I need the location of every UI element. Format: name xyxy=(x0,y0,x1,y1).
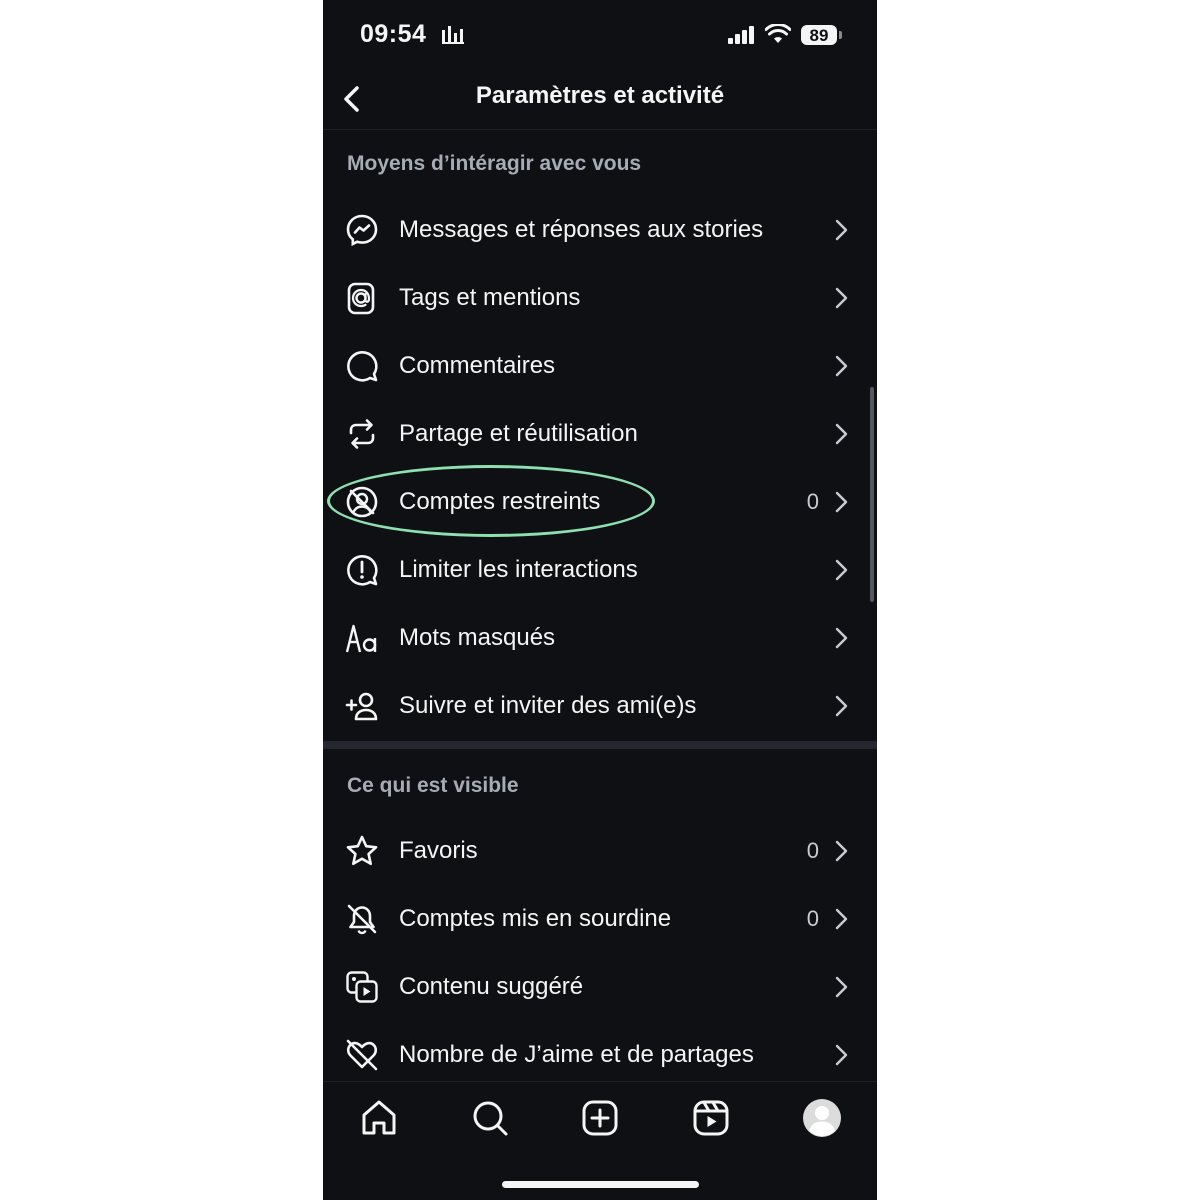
profile-avatar xyxy=(803,1099,841,1137)
at-sign-icon xyxy=(345,281,379,315)
suggested-content-icon xyxy=(345,970,379,1004)
chevron-right-icon xyxy=(833,354,849,378)
row-label: Mots masqués xyxy=(399,624,556,651)
hidden-likes-icon xyxy=(345,1038,379,1072)
star-icon xyxy=(345,834,379,868)
row-label: Messages et réponses aux stories xyxy=(399,216,764,243)
comment-icon xyxy=(345,349,379,383)
row-count: 0 xyxy=(806,489,819,514)
home-indicator[interactable] xyxy=(502,1181,699,1188)
chevron-right-icon xyxy=(833,218,849,242)
tab-reels[interactable] xyxy=(689,1096,733,1140)
header: Paramètres et activité xyxy=(323,72,877,130)
status-time: 09:54 xyxy=(360,20,427,48)
row-sharing-reuse[interactable]: Partage et réutilisation xyxy=(323,400,877,468)
search-icon xyxy=(473,1101,508,1136)
chevron-right-icon xyxy=(833,626,849,650)
row-count: 0 xyxy=(806,838,819,863)
row-label: Partage et réutilisation xyxy=(399,420,638,447)
muted-bell-icon xyxy=(345,902,379,936)
tab-search[interactable] xyxy=(468,1096,512,1140)
chevron-right-icon xyxy=(833,694,849,718)
chevron-right-icon xyxy=(833,1043,849,1067)
page-title: Paramètres et activité xyxy=(475,82,725,109)
row-favorites[interactable]: Favoris 0 xyxy=(323,817,877,885)
row-limit-interactions[interactable]: Limiter les interactions xyxy=(323,536,877,604)
create-icon xyxy=(582,1100,618,1136)
row-label: Contenu suggéré xyxy=(399,973,584,1000)
row-hidden-words[interactable]: Mots masqués xyxy=(323,604,877,672)
row-label: Tags et mentions xyxy=(399,284,581,311)
text-aa-icon xyxy=(345,621,379,655)
row-comments[interactable]: Commentaires xyxy=(323,332,877,400)
reels-icon xyxy=(693,1100,729,1136)
home-icon xyxy=(362,1100,396,1135)
tab-profile[interactable] xyxy=(800,1096,844,1140)
status-bar: 09:54 89 xyxy=(323,0,877,72)
section-title-visible: Ce qui est visible xyxy=(347,774,519,797)
row-follow-invite-friends[interactable]: Suivre et inviter des ami(e)s xyxy=(323,672,877,740)
chevron-right-icon xyxy=(833,558,849,582)
repost-icon xyxy=(345,417,379,451)
chevron-right-icon xyxy=(833,975,849,999)
chevron-right-icon xyxy=(833,422,849,446)
activity-icon xyxy=(441,24,467,46)
row-label: Nombre de J’aime et de partages xyxy=(399,1041,754,1068)
row-count: 0 xyxy=(806,906,819,931)
row-messages-story-replies[interactable]: Messages et réponses aux stories xyxy=(323,196,877,264)
signal-icon xyxy=(728,26,756,44)
row-muted-accounts[interactable]: Comptes mis en sourdine 0 xyxy=(323,885,877,953)
alert-bubble-icon xyxy=(345,553,379,587)
row-label: Limiter les interactions xyxy=(399,556,638,583)
chevron-right-icon xyxy=(833,286,849,310)
chevron-right-icon xyxy=(833,839,849,863)
wifi-icon xyxy=(765,24,791,44)
section-title-interactions: Moyens d’intéragir avec vous xyxy=(347,152,642,175)
tab-create[interactable] xyxy=(578,1096,622,1140)
row-likes-shares-count[interactable]: Nombre de J’aime et de partages xyxy=(323,1021,877,1089)
battery-indicator: 89 xyxy=(801,25,837,45)
tab-home[interactable] xyxy=(357,1096,401,1140)
row-tags-mentions[interactable]: Tags et mentions xyxy=(323,264,877,332)
add-person-icon xyxy=(345,689,379,723)
row-restricted-accounts[interactable]: Comptes restreints 0 xyxy=(323,468,877,536)
row-suggested-content[interactable]: Contenu suggéré xyxy=(323,953,877,1021)
restricted-account-icon xyxy=(345,485,379,519)
row-label: Suivre et inviter des ami(e)s xyxy=(399,692,697,719)
messenger-icon xyxy=(345,213,379,247)
phone-screen: 09:54 89 Paramètres et activité Moyens d… xyxy=(323,0,877,1200)
chevron-right-icon xyxy=(833,907,849,931)
section-divider xyxy=(323,741,877,749)
row-label: Favoris xyxy=(399,837,478,864)
scrollbar[interactable] xyxy=(870,387,874,602)
bottom-tab-bar xyxy=(323,1081,877,1154)
battery-tip xyxy=(839,31,842,39)
chevron-right-icon xyxy=(833,490,849,514)
row-label: Comptes mis en sourdine xyxy=(399,905,672,932)
row-label: Comptes restreints xyxy=(399,488,601,515)
row-label: Commentaires xyxy=(399,352,556,379)
